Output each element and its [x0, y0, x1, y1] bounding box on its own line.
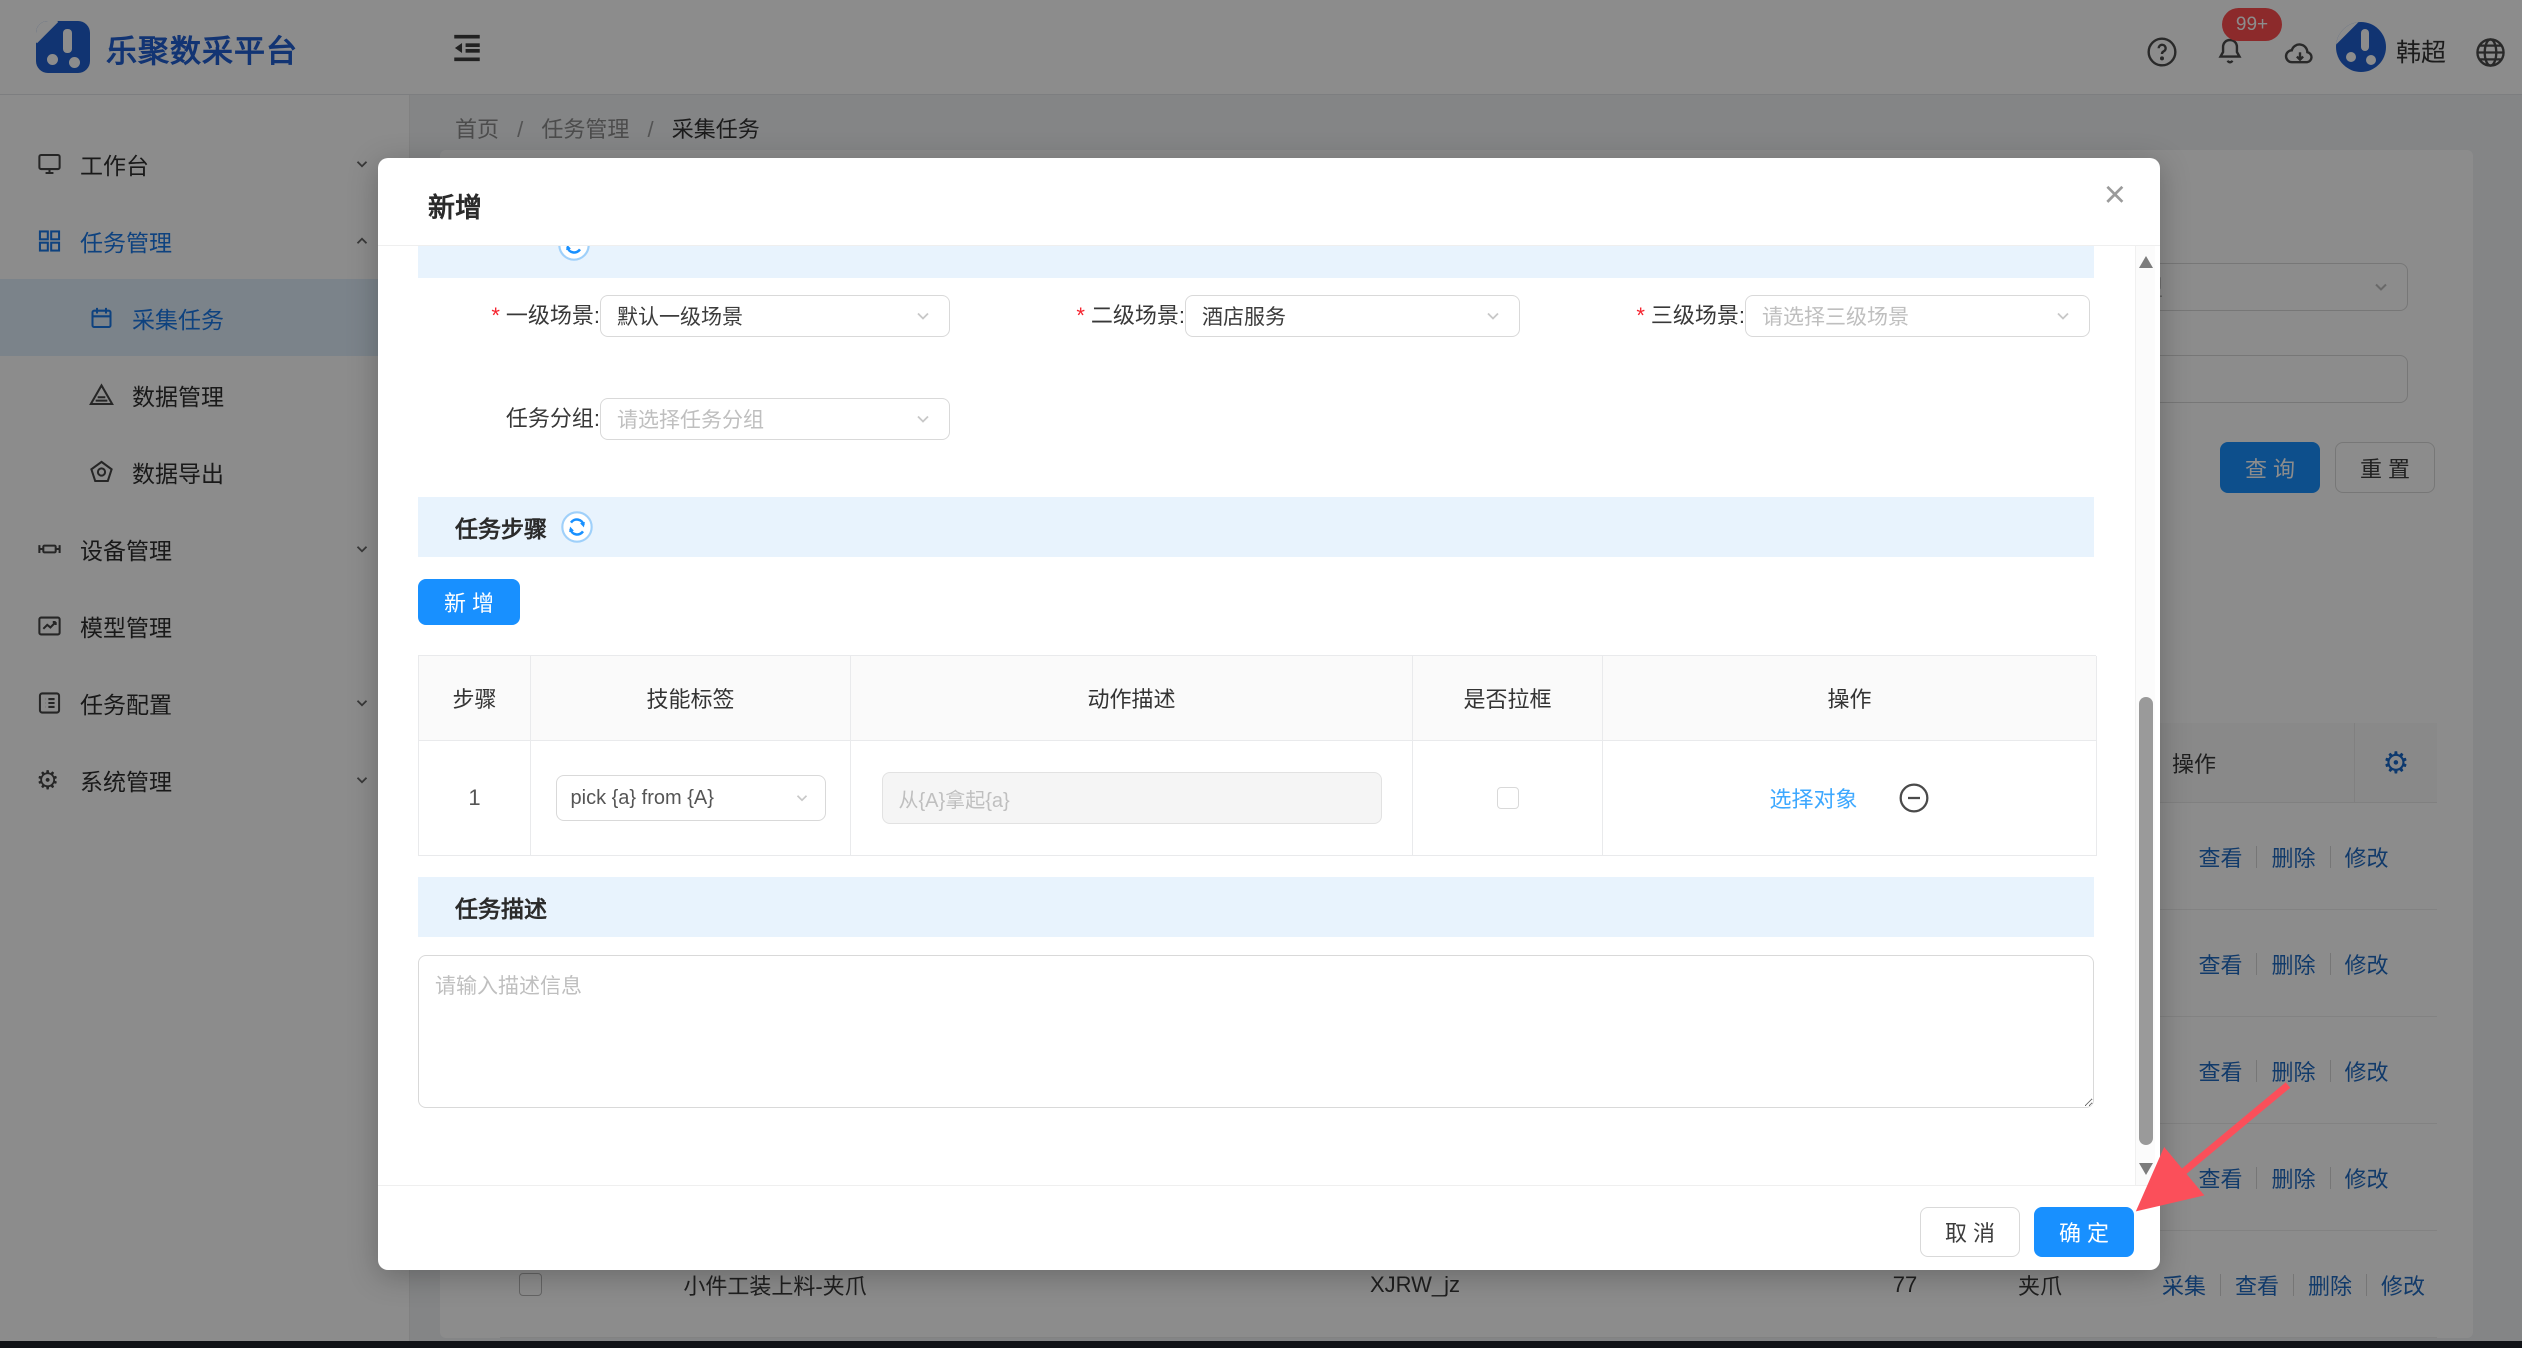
scene-section-band-clipped — [418, 246, 2094, 278]
refresh-icon[interactable] — [561, 511, 593, 543]
chevron-down-icon — [1483, 306, 1503, 326]
scroll-down-arrow[interactable] — [2139, 1163, 2153, 1175]
select-object-link[interactable]: 选择对象 — [1769, 782, 1857, 814]
action-description-input[interactable]: 从{A}拿起{a} — [882, 772, 1382, 824]
app-window: 乐聚数采平台 99+ 韩超 工作台 任务管理 — [0, 0, 2522, 1348]
task-group-placeholder: 请选择任务分组 — [617, 404, 913, 434]
pullbox-checkbox[interactable] — [1497, 787, 1519, 809]
scene3-select[interactable]: 请选择三级场景 — [1745, 295, 2090, 337]
task-description-textarea[interactable] — [418, 955, 2094, 1108]
col-header-operation: 操作 — [1603, 656, 2097, 741]
add-step-button[interactable]: 新 增 — [418, 579, 520, 625]
description-section-header: 任务描述 — [418, 877, 2094, 937]
scene1-value: 默认一级场景 — [617, 301, 913, 331]
col-header-action: 动作描述 — [851, 656, 1413, 741]
chevron-down-icon — [793, 789, 811, 807]
scene2-value: 酒店服务 — [1202, 301, 1483, 331]
close-icon[interactable]: × — [2104, 176, 2126, 214]
scroll-up-arrow[interactable] — [2139, 256, 2153, 268]
task-group-select[interactable]: 请选择任务分组 — [600, 398, 950, 440]
steps-section-title: 任务步骤 — [455, 510, 547, 544]
col-header-skill: 技能标签 — [531, 656, 851, 741]
refresh-icon[interactable] — [558, 246, 590, 261]
chevron-down-icon — [913, 306, 933, 326]
steps-table: 步骤 技能标签 动作描述 是否拉框 操作 1 pick {a} from {A}… — [418, 655, 2096, 856]
chevron-down-icon — [913, 409, 933, 429]
task-group-label: 任务分组: — [408, 398, 600, 440]
scene3-placeholder: 请选择三级场景 — [1762, 301, 2053, 331]
cancel-button[interactable]: 取 消 — [1920, 1207, 2020, 1257]
scene1-select[interactable]: 默认一级场景 — [600, 295, 950, 337]
scrollbar-thumb[interactable] — [2139, 697, 2153, 1145]
step-number-cell: 1 — [419, 741, 531, 856]
scene3-label: *三级场景: — [1553, 295, 1745, 337]
scene2-select[interactable]: 酒店服务 — [1185, 295, 1520, 337]
modal-scrollbar[interactable] — [2135, 246, 2155, 1185]
scene1-label: *一级场景: — [408, 295, 600, 337]
steps-section-header: 任务步骤 — [418, 497, 2094, 557]
skill-tag-select[interactable]: pick {a} from {A} — [556, 775, 826, 821]
add-task-modal: 新增 × *一级场景: 默认一级场景 *二级场景: 酒店服务 *三级场景: 请选… — [378, 158, 2160, 1270]
confirm-button[interactable]: 确 定 — [2034, 1207, 2134, 1257]
chevron-down-icon — [2053, 306, 2073, 326]
minus-circle-icon[interactable] — [1898, 782, 1930, 814]
col-header-step: 步骤 — [419, 656, 531, 741]
modal-title: 新增 — [428, 186, 482, 225]
col-header-pullbox: 是否拉框 — [1413, 656, 1603, 741]
skill-tag-value: pick {a} from {A} — [571, 787, 793, 810]
scene2-label: *二级场景: — [993, 295, 1185, 337]
description-section-title: 任务描述 — [455, 890, 547, 924]
